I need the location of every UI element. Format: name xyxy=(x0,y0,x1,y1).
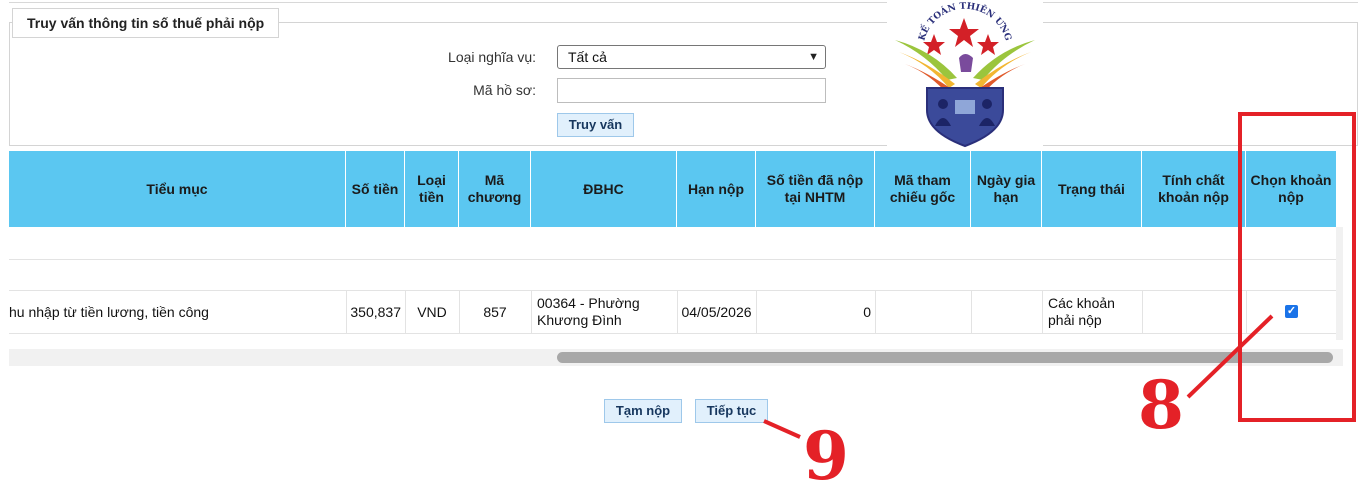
annotation-highlight-box xyxy=(1238,112,1356,422)
row-divider xyxy=(9,259,1336,260)
col-ma-chuong: Mã chương xyxy=(459,151,531,227)
col-ma-tham-chieu: Mã tham chiếu gốc xyxy=(875,151,971,227)
annotation-step-9: 9 xyxy=(803,417,849,495)
col-trang-thai: Trạng thái xyxy=(1042,151,1142,227)
col-so-tien: Số tiền xyxy=(346,151,405,227)
file-code-input[interactable] xyxy=(557,78,826,103)
col-tinh-chat: Tính chất khoản nộp xyxy=(1142,151,1246,227)
cell-tinh-chat xyxy=(1142,291,1246,333)
row-divider xyxy=(9,333,1336,334)
temp-pay-button[interactable]: Tạm nộp xyxy=(604,399,682,423)
file-code-label: Mã hồ sơ: xyxy=(473,82,536,98)
col-so-tien-da-nop: Số tiền đã nộp tại NHTM xyxy=(756,151,875,227)
col-dbhc: ĐBHC xyxy=(531,151,677,227)
cell-ma-tham-chieu xyxy=(875,291,971,333)
annotation-step-8: 8 xyxy=(1138,366,1184,444)
cell-han-nop: 04/05/2026 xyxy=(681,303,752,320)
table-header: Tiểu mục Số tiền Loại tiền Mã chương ĐBH… xyxy=(9,151,1336,227)
obligation-type-value: Tất cả xyxy=(568,49,607,65)
chevron-down-icon: ▼ xyxy=(808,51,819,63)
annotation-line-9 xyxy=(763,419,801,439)
cell-so-tien: 350,837 xyxy=(350,303,401,320)
top-divider xyxy=(9,0,1358,3)
continue-button[interactable]: Tiếp tục xyxy=(695,399,768,423)
cell-dbhc: 00364 - Phường Khương Đình xyxy=(537,295,640,328)
col-tieu-muc: Tiểu mục xyxy=(9,151,346,227)
obligation-type-select[interactable]: Tất cả ▼ xyxy=(557,45,826,69)
col-han-nop: Hạn nộp xyxy=(677,151,756,227)
col-ngay-gia-han: Ngày gia hạn xyxy=(971,151,1042,227)
horizontal-scrollbar-thumb[interactable] xyxy=(557,352,1333,363)
cell-so-tien-da-nop: 0 xyxy=(863,303,871,320)
obligation-type-label: Loại nghĩa vụ: xyxy=(448,49,536,65)
query-button[interactable]: Truy vấn xyxy=(557,113,634,137)
eagle-shield-icon: KẾ TOÁN THIÊN ƯNG xyxy=(895,2,1035,148)
cell-ma-chuong: 857 xyxy=(483,303,507,320)
cell-ngay-gia-han xyxy=(971,291,1042,333)
query-panel-legend: Truy vấn thông tin số thuế phải nộp xyxy=(12,8,280,38)
col-loai-tien: Loại tiền xyxy=(405,151,459,227)
cell-tieu-muc: hu nhập từ tiền lương, tiền công xyxy=(9,303,209,320)
cell-trang-thai: Các khoản phải nộp xyxy=(1048,295,1115,328)
cell-loai-tien: VND xyxy=(417,303,447,320)
company-logo: KẾ TOÁN THIÊN ƯNG xyxy=(887,0,1043,150)
